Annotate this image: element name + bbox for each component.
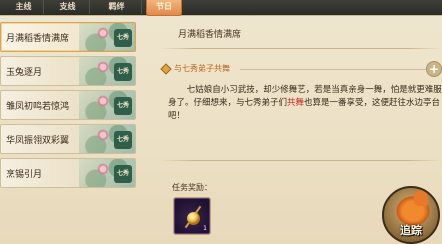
quest-item-label: 月满稻香情满席 [6,34,70,44]
quest-item[interactable]: 月满稻香情满席 七秀 [0,22,136,52]
quest-list: 月满稻香情满席 七秀 玉兔逐月 七秀 雏凤初鸣若惊鸿 七秀 华凤振翎双彩翼 七秀… [0,22,140,192]
divider [160,160,442,161]
divider [240,69,428,70]
quest-item[interactable]: 玉兔逐月 七秀 [0,56,136,86]
tab-bar: 主线 支线 羁绊 节日 [0,0,442,16]
sect-seal-icon: 七秀 [114,131,132,149]
flower-icon [97,95,109,107]
quest-item[interactable]: 华凤振翎双彩翼 七秀 [0,124,136,154]
desc-highlight: 共舞 [287,98,305,108]
flower-icon [97,129,109,141]
quest-item-label: 玉兔逐月 [6,68,43,78]
diamond-icon [160,63,172,75]
tab-main[interactable]: 主线 [4,0,44,14]
flower-icon [97,61,109,73]
sect-seal-icon: 七秀 [114,29,132,47]
track-button-label: 追踪 [400,224,422,237]
tab-festival[interactable]: 节日 [146,0,182,16]
quest-item[interactable]: 雏凤初鸣若惊鸿 七秀 [0,90,136,120]
sect-seal-icon: 七秀 [114,97,132,115]
quest-item-label: 华凤振翎双彩翼 [6,136,70,146]
reward-label: 任务奖励： [172,183,212,192]
track-button[interactable]: 追踪 [382,186,440,244]
quest-title: 月满稻香情满席 [178,30,242,40]
sect-seal-icon: 七秀 [114,63,132,81]
horse-head-icon [414,190,428,206]
quest-item-label: 雏凤初鸣若惊鸿 [6,102,70,112]
gem-icon [187,212,200,225]
tab-side[interactable]: 支线 [46,0,90,14]
quest-item[interactable]: 烹锡引月 七秀 [0,158,136,188]
divider [160,48,442,49]
tab-bond[interactable]: 羁绊 [92,0,142,14]
quest-description: 七姑娘自小习武技，却少修舞艺，若是当真亲身一舞，怕是就更难服身了。仔细想来，与七… [168,84,442,123]
quest-item-label: 烹锡引月 [6,170,43,180]
sect-seal-icon: 七秀 [114,165,132,183]
flower-icon [97,163,109,175]
flower-icon [97,27,109,39]
reward-item-icon[interactable]: 1 [174,198,210,234]
objective-text: 与七秀弟子共舞 [174,64,230,73]
objective-row: 与七秀弟子共舞 + [160,61,442,77]
reward-qty: 1 [203,225,207,232]
plus-icon[interactable]: + [426,61,442,77]
